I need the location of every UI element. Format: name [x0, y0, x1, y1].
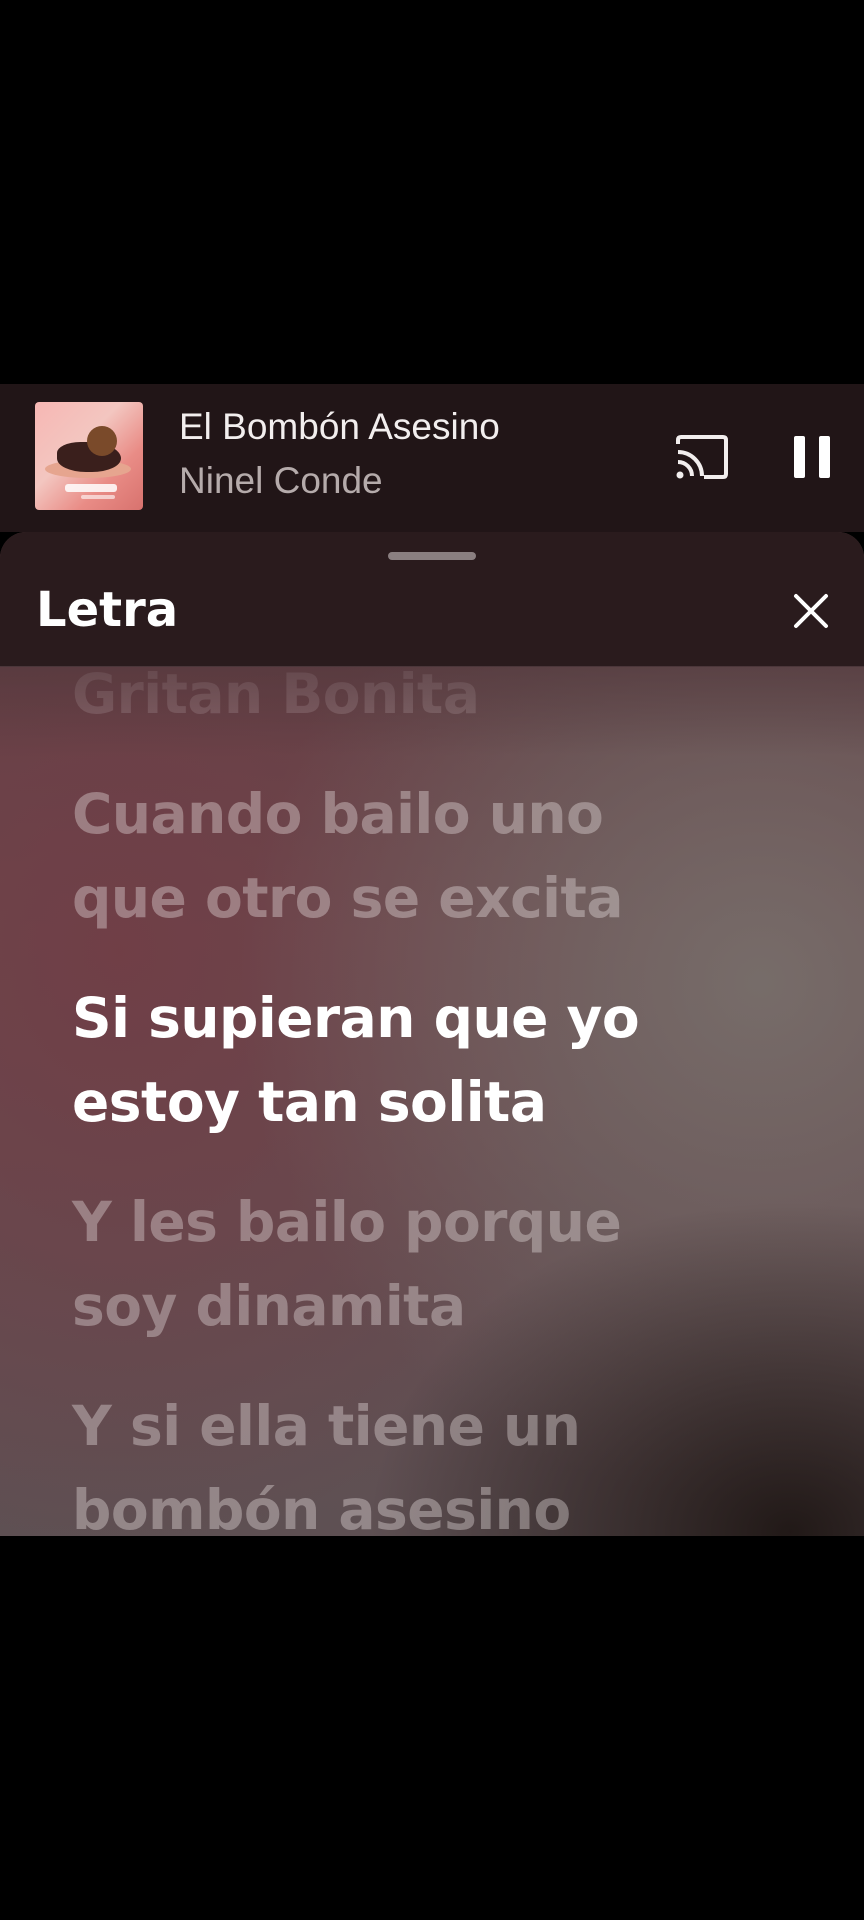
lyric-line[interactable]: Cuando bailo uno: [72, 772, 812, 856]
cast-button[interactable]: [674, 434, 730, 480]
cover-logo: [65, 484, 117, 492]
lyrics-title: Letra: [36, 582, 179, 638]
cast-icon: [676, 435, 728, 479]
screen: El Bombón Asesino Ninel Conde Letra Grit…: [0, 0, 864, 1920]
song-title[interactable]: El Bombón Asesino: [179, 406, 500, 448]
drag-handle[interactable]: [388, 552, 476, 560]
close-button[interactable]: [790, 590, 832, 632]
album-cover[interactable]: [35, 402, 143, 510]
lyric-line-active[interactable]: estoy tan solita: [72, 1060, 812, 1144]
lyric-line[interactable]: Gritan Bonita: [72, 666, 812, 736]
cover-logo-sub: [81, 495, 115, 499]
lyrics-list[interactable]: Gritan Bonita Cuando bailo uno que otro …: [0, 666, 864, 1536]
lyric-line[interactable]: bombón asesino: [72, 1468, 812, 1536]
lyric-line-active[interactable]: Si supieran que yo: [72, 976, 812, 1060]
lyric-line[interactable]: Y si ella tiene un: [72, 1384, 812, 1468]
lyrics-header: Letra: [0, 532, 864, 667]
lyric-line[interactable]: Y les bailo porque: [72, 1180, 812, 1264]
lyrics-sheet: Letra Gritan Bonita Cuando bailo uno que…: [0, 532, 864, 1536]
song-artist[interactable]: Ninel Conde: [179, 460, 383, 502]
lyric-line[interactable]: que otro se excita: [72, 856, 812, 940]
pause-icon: [794, 436, 830, 478]
pause-button[interactable]: [788, 432, 836, 482]
mini-player[interactable]: El Bombón Asesino Ninel Conde: [0, 384, 864, 532]
lyric-line[interactable]: soy dinamita: [72, 1264, 812, 1348]
cover-hair: [87, 426, 117, 456]
close-icon: [794, 594, 828, 628]
